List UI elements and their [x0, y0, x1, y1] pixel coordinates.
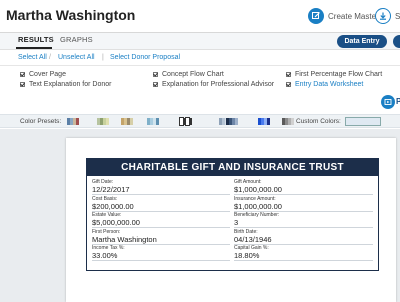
- checkbox[interactable]: [286, 72, 291, 77]
- client-name: Martha Washington: [6, 7, 136, 23]
- overflow-button[interactable]: [393, 35, 400, 48]
- tab-separator: /: [51, 35, 54, 44]
- field-value: $1,000,000.00: [234, 202, 282, 211]
- option-concept-flow-chart[interactable]: Concept Flow Chart: [153, 71, 224, 78]
- tab-results[interactable]: RESULTS: [18, 35, 54, 44]
- field-underline: [234, 227, 373, 228]
- field-value: 12/22/2017: [92, 185, 130, 194]
- top-bar: Martha Washington Create Master Sa: [0, 0, 400, 32]
- color-preset-swatch[interactable]: [121, 118, 133, 125]
- option-label: Explanation for Professional Advisor: [162, 81, 275, 88]
- field-value: $5,000,000.00: [92, 218, 140, 227]
- print-button[interactable]: [381, 95, 395, 109]
- field-value: 04/13/1946: [234, 235, 272, 244]
- play-icon: [384, 99, 392, 105]
- print-label: P: [396, 97, 400, 106]
- field-underline: [92, 227, 230, 228]
- color-preset-swatch[interactable]: [147, 118, 159, 125]
- checkbox[interactable]: [20, 82, 25, 87]
- checkbox[interactable]: [286, 82, 291, 87]
- field-value: Martha Washington: [92, 235, 157, 244]
- tabs-row: RESULTS / GRAPHS Data Entry: [0, 33, 400, 49]
- field-value: 18.80%: [234, 251, 260, 260]
- option-label: Entry Data Worksheet: [295, 81, 364, 88]
- option-cover-page[interactable]: Cover Page: [20, 71, 66, 78]
- select-all-link[interactable]: Select All: [18, 54, 47, 61]
- save-button[interactable]: Sa: [375, 6, 400, 26]
- option-label: Concept Flow Chart: [162, 71, 224, 78]
- save-icon: [375, 8, 391, 24]
- field-value: 3: [234, 218, 239, 227]
- field-underline: [92, 260, 230, 261]
- option-label: Cover Page: [29, 71, 66, 78]
- option-entry-data-worksheet[interactable]: Entry Data Worksheet: [286, 81, 363, 88]
- checkbox[interactable]: [20, 72, 25, 77]
- report-title: CHARITABLE GIFT AND INSURANCE TRUST: [87, 159, 378, 176]
- create-master-label: Create Master: [328, 11, 379, 21]
- option-label: Text Explanation for Donor: [29, 81, 112, 88]
- field-underline: [234, 194, 373, 195]
- select-donor-proposal-link[interactable]: Select Donor Proposal: [110, 54, 180, 61]
- option-professional-advisor[interactable]: Explanation for Professional Advisor: [153, 81, 274, 88]
- custom-colors-label: Custom Colors:: [296, 118, 341, 125]
- unselect-all-link[interactable]: Unselect All: [58, 54, 95, 61]
- checkbox[interactable]: [153, 82, 158, 87]
- data-entry-button[interactable]: Data Entry: [337, 35, 387, 48]
- color-preset-swatch[interactable]: [282, 118, 294, 125]
- field-label: Beneficiary Number:: [234, 212, 280, 218]
- color-preset-swatch[interactable]: [226, 118, 238, 125]
- color-presets-label: Color Presets:: [20, 118, 62, 125]
- report-panel: CHARITABLE GIFT AND INSURANCE TRUST Gift…: [86, 158, 379, 271]
- separator: /: [49, 54, 51, 61]
- field-underline: [92, 194, 230, 195]
- field-value: 33.00%: [92, 251, 118, 260]
- create-master-button[interactable]: Create Master: [308, 6, 379, 26]
- checkbox[interactable]: [153, 72, 158, 77]
- save-label: Sa: [395, 11, 400, 21]
- option-text-explanation[interactable]: Text Explanation for Donor: [20, 81, 112, 88]
- tab-graphs[interactable]: GRAPHS: [60, 35, 93, 44]
- edit-icon: [308, 8, 324, 24]
- field-value: $1,000,000.00: [234, 185, 282, 194]
- color-preset-swatch[interactable]: [97, 118, 109, 125]
- field-value: $200,000.00: [92, 202, 134, 211]
- option-label: First Percentage Flow Chart: [295, 71, 383, 78]
- color-preset-swatch[interactable]: [258, 118, 270, 125]
- color-preset-swatch[interactable]: [179, 117, 192, 126]
- color-presets-bar: Color Presets: Custom Colors:: [0, 114, 400, 128]
- field-underline: [234, 260, 373, 261]
- selection-row: Select All / Unselect All | Select Donor…: [0, 50, 400, 65]
- report-options: Cover Page Text Explanation for Donor Co…: [0, 66, 400, 112]
- color-preset-swatch[interactable]: [67, 118, 79, 125]
- separator: |: [102, 54, 104, 61]
- custom-colors-picker[interactable]: [345, 117, 381, 126]
- option-first-percentage-flow-chart[interactable]: First Percentage Flow Chart: [286, 71, 382, 78]
